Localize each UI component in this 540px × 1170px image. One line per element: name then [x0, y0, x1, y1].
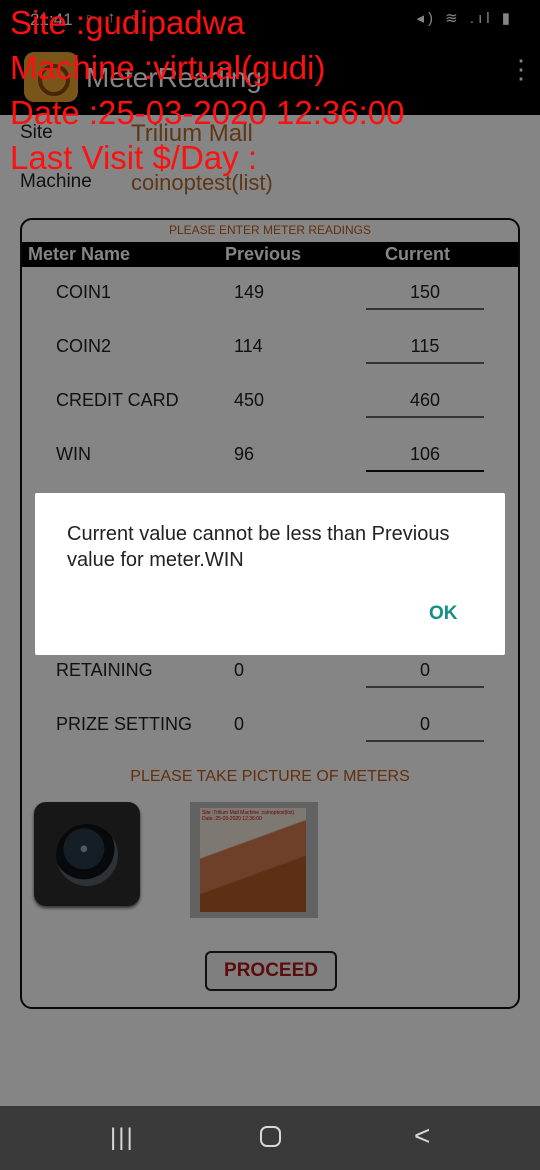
- recents-icon[interactable]: |||: [110, 1124, 135, 1152]
- overlay-date: Date :25-03-2020 12:36:00: [10, 94, 405, 131]
- overlay-machine: Machine :virtual(gudi): [10, 49, 326, 86]
- back-icon[interactable]: <: [414, 1120, 430, 1152]
- navigation-bar: ||| <: [0, 1106, 540, 1170]
- alert-dialog: Current value cannot be less than Previo…: [35, 493, 505, 655]
- overlay-site: Site :gudipadwa: [10, 4, 245, 41]
- dialog-ok-button[interactable]: OK: [429, 603, 458, 625]
- debug-overlay: Site :gudipadwa Machine :virtual(gudi) D…: [10, 0, 404, 180]
- overlay-last-visit: Last Visit $/Day :: [10, 139, 258, 176]
- dialog-message: Current value cannot be less than Previo…: [67, 523, 450, 571]
- home-icon[interactable]: [260, 1126, 281, 1147]
